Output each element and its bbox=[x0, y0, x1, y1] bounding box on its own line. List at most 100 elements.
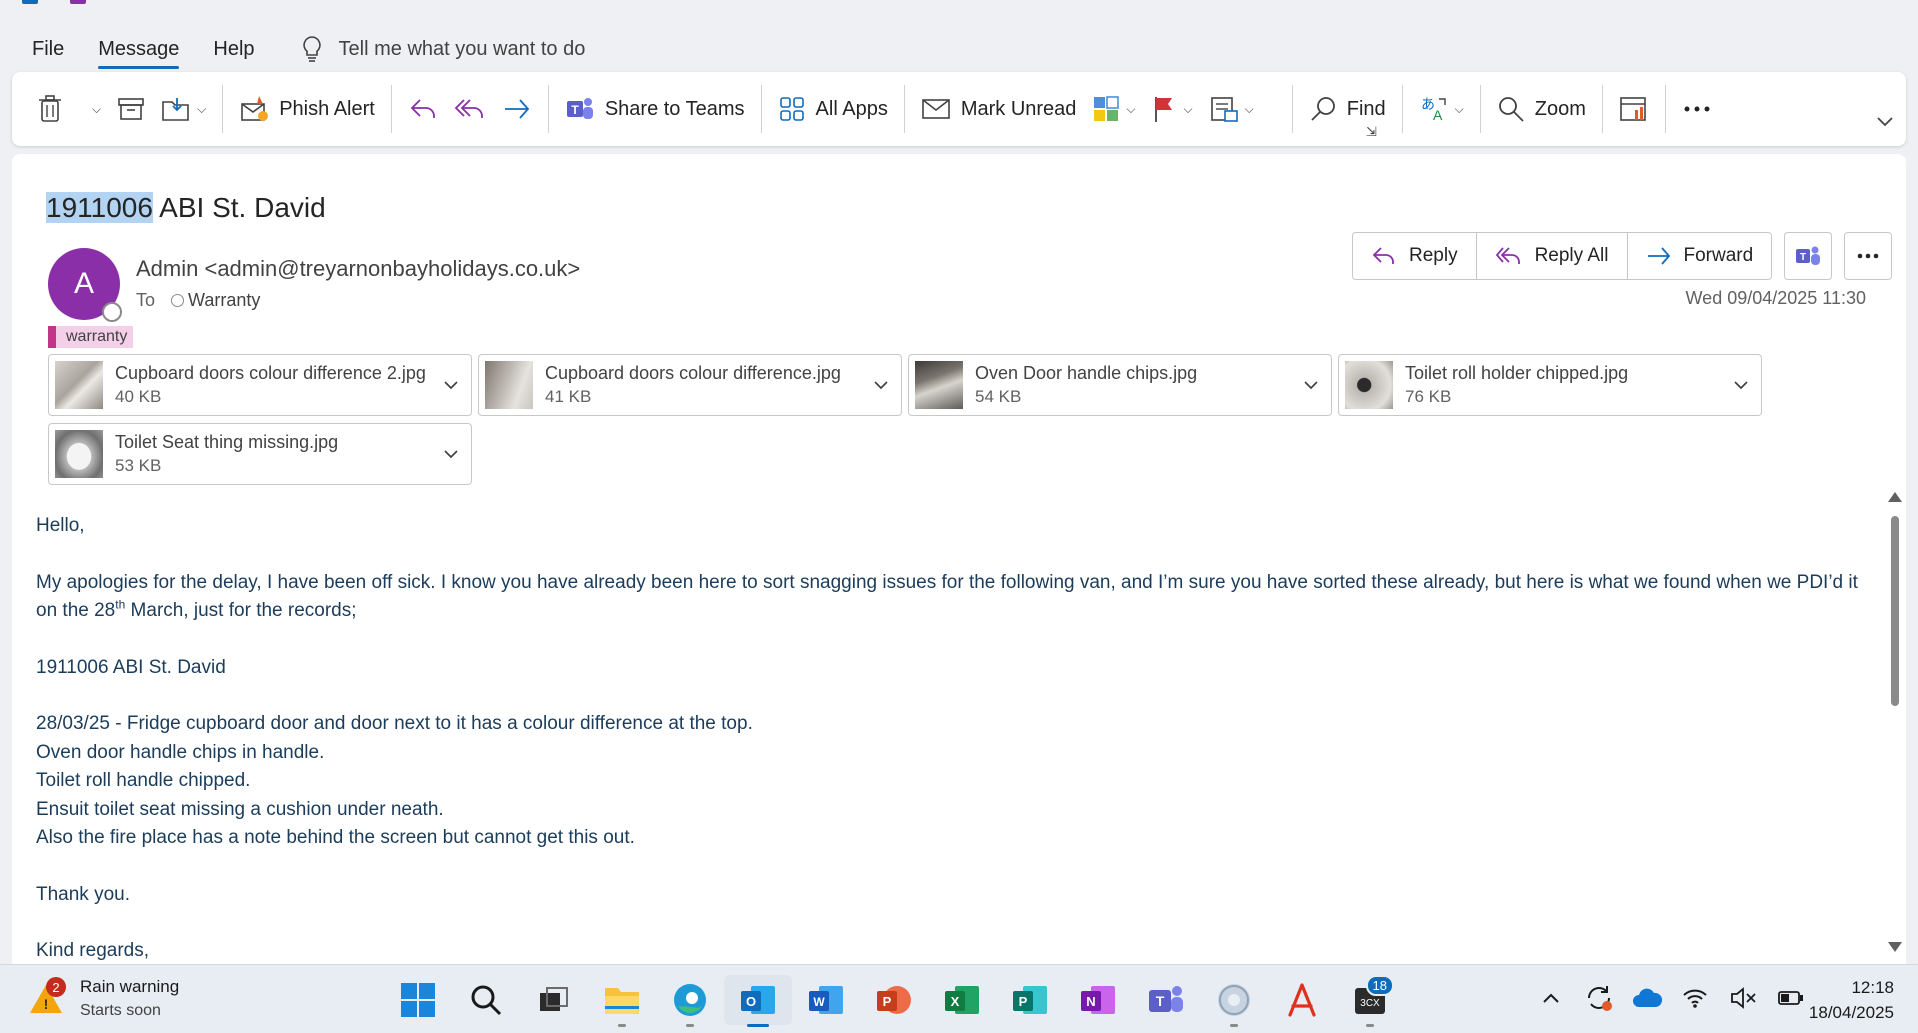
scroll-thumb[interactable] bbox=[1891, 516, 1899, 706]
reply-all-button[interactable]: Reply All bbox=[1477, 233, 1628, 279]
file-explorer-app[interactable] bbox=[588, 975, 656, 1027]
attachment-thumbnail bbox=[55, 361, 103, 409]
svg-text:W: W bbox=[813, 995, 825, 1009]
archive-button[interactable] bbox=[109, 84, 153, 134]
separator bbox=[1664, 85, 1666, 133]
chevron-down-icon[interactable]: ⌵ bbox=[92, 102, 101, 117]
attachment-item[interactable]: Cupboard doors colour difference 2.jpg 40… bbox=[48, 354, 472, 416]
onenote-app[interactable]: N bbox=[1064, 975, 1132, 1025]
teams-chat-button[interactable]: T bbox=[1784, 232, 1833, 280]
start-button[interactable] bbox=[384, 975, 452, 1025]
reply-all-ribbon-button[interactable] bbox=[446, 84, 494, 134]
chevron-down-icon[interactable]: ⌵ bbox=[1455, 102, 1464, 117]
calendar-insights-button[interactable] bbox=[1611, 84, 1657, 134]
forward-ribbon-button[interactable] bbox=[494, 84, 540, 134]
show-hidden-icons-button[interactable] bbox=[1530, 981, 1572, 1015]
chevron-down-icon[interactable] bbox=[861, 380, 901, 390]
attachment-item[interactable]: Toilet Seat thing missing.jpg 53 KB bbox=[48, 423, 472, 485]
reply-button[interactable]: Reply bbox=[1353, 233, 1477, 279]
recipient-warranty[interactable]: Warranty bbox=[188, 290, 260, 311]
reply-all-label: Reply All bbox=[1534, 245, 1609, 266]
more-actions-button[interactable] bbox=[1844, 232, 1893, 280]
chevron-down-icon[interactable]: ⌵ bbox=[197, 102, 206, 117]
presence-indicator bbox=[102, 302, 122, 322]
excel-icon: X bbox=[945, 986, 979, 1014]
running-indicator bbox=[686, 1024, 694, 1027]
onedrive-tray-button[interactable] bbox=[1626, 981, 1668, 1015]
attachment-item[interactable]: Toilet roll holder chipped.jpg 76 KB bbox=[1338, 354, 1762, 416]
reply-all-icon bbox=[454, 99, 483, 118]
ribbon-expand-button[interactable] bbox=[1876, 111, 1894, 134]
email-body[interactable]: Hello, My apologies for the delay, I hav… bbox=[36, 512, 1876, 994]
move-button[interactable]: ⌵ bbox=[153, 84, 214, 134]
taskbar-search[interactable] bbox=[452, 975, 520, 1025]
system-clock[interactable]: 12:18 18/04/2025 bbox=[1809, 975, 1894, 1025]
separator bbox=[760, 85, 762, 133]
subject-text: ABI St. David bbox=[152, 192, 326, 223]
task-view-button[interactable] bbox=[520, 975, 588, 1025]
more-options-button[interactable] bbox=[1674, 84, 1720, 134]
separator bbox=[1291, 85, 1293, 133]
move-to-folder-icon bbox=[162, 98, 189, 121]
subject-selected-text[interactable]: 1911006 bbox=[46, 192, 153, 223]
tell-me-search[interactable]: Tell me what you want to do bbox=[301, 35, 585, 63]
recipients-line: To Warranty bbox=[136, 290, 260, 311]
translate-button[interactable]: あA ⌵ bbox=[1411, 84, 1472, 134]
menu-help[interactable]: Help bbox=[213, 38, 254, 61]
menu-message[interactable]: Message bbox=[98, 38, 180, 69]
outlook-app[interactable]: O bbox=[724, 975, 792, 1027]
follow-up-button[interactable]: ⌵ bbox=[1144, 84, 1201, 134]
chevron-down-icon[interactable]: ⌵ bbox=[1126, 102, 1135, 117]
phish-alert-button[interactable]: Phish Alert bbox=[231, 84, 383, 134]
more-icon bbox=[1684, 106, 1710, 112]
teams-app[interactable]: T bbox=[1132, 975, 1200, 1025]
separator bbox=[390, 85, 392, 133]
separator bbox=[1479, 85, 1481, 133]
reply-ribbon-button[interactable] bbox=[400, 84, 446, 134]
sync-tray-button[interactable] bbox=[1578, 981, 1620, 1015]
sender-name[interactable]: Admin <admin@treyarnonbayholidays.co.uk> bbox=[136, 256, 580, 282]
chevron-down-icon[interactable] bbox=[1291, 380, 1331, 390]
find-button[interactable]: Find bbox=[1301, 84, 1394, 134]
battery-icon bbox=[1778, 991, 1803, 1005]
scroll-down-arrow[interactable] bbox=[1888, 942, 1902, 952]
dialog-launcher-icon[interactable]: ⇲ bbox=[1366, 124, 1377, 140]
chevron-down-icon[interactable] bbox=[431, 380, 471, 390]
scroll-up-arrow[interactable] bbox=[1888, 492, 1902, 502]
volume-tray-button[interactable] bbox=[1722, 981, 1764, 1015]
sent-date: Wed 09/04/2025 11:30 bbox=[1685, 288, 1866, 308]
rules-button[interactable]: ⌵ bbox=[1201, 84, 1262, 134]
chevron-down-icon[interactable] bbox=[431, 449, 471, 459]
battery-tray-button[interactable] bbox=[1770, 981, 1812, 1015]
phish-alert-icon bbox=[241, 96, 269, 121]
attachment-item[interactable]: Oven Door handle chips.jpg 54 KB bbox=[908, 354, 1332, 416]
categorize-button[interactable]: ⌵ bbox=[1084, 84, 1143, 134]
weather-widget[interactable]: ! 2 Rain warning Starts soon bbox=[26, 975, 179, 1023]
forward-button[interactable]: Forward bbox=[1628, 233, 1772, 279]
menu-file[interactable]: File bbox=[32, 38, 64, 61]
share-to-teams-button[interactable]: T Share to Teams bbox=[557, 84, 753, 134]
acrobat-app[interactable] bbox=[1268, 975, 1336, 1025]
chevron-down-icon[interactable]: ⌵ bbox=[1184, 102, 1193, 117]
zoom-button[interactable]: Zoom bbox=[1489, 84, 1594, 134]
chrome-app[interactable] bbox=[1200, 975, 1268, 1027]
powerpoint-app[interactable]: P bbox=[860, 975, 928, 1025]
chevron-down-icon[interactable] bbox=[1721, 380, 1761, 390]
vertical-scrollbar[interactable] bbox=[1888, 492, 1902, 952]
excel-app[interactable]: X bbox=[928, 975, 996, 1025]
edge-app[interactable] bbox=[656, 975, 724, 1027]
word-app[interactable]: W bbox=[792, 975, 860, 1025]
chevron-down-icon[interactable]: ⌵ bbox=[1245, 102, 1254, 117]
category-tag[interactable]: warranty bbox=[48, 326, 134, 348]
all-apps-button[interactable]: All Apps bbox=[770, 84, 896, 134]
publisher-app[interactable]: P bbox=[996, 975, 1064, 1025]
wifi-tray-button[interactable] bbox=[1674, 981, 1716, 1015]
delete-button[interactable]: ⌵ bbox=[30, 84, 109, 134]
sender-avatar[interactable]: A bbox=[48, 248, 122, 322]
mark-unread-button[interactable]: Mark Unread bbox=[913, 84, 1085, 134]
forward-icon bbox=[1647, 247, 1670, 265]
svg-text:A: A bbox=[1433, 107, 1443, 123]
voicemail-app[interactable]: 3CX 18 bbox=[1336, 975, 1404, 1027]
attachment-item[interactable]: Cupboard doors colour difference.jpg 41 K… bbox=[478, 354, 902, 416]
categorize-icon bbox=[1094, 96, 1120, 121]
